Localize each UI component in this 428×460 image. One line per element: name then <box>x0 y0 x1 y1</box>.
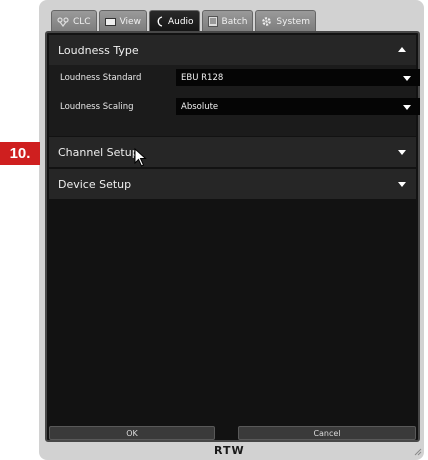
channel-setup-header[interactable]: Channel Setup <box>49 137 416 167</box>
tab-batch[interactable]: Batch <box>201 10 254 32</box>
dropdown-arrow-icon <box>403 104 411 110</box>
settings-panel: Loudness Type Loudness Standard EBU R128… <box>45 31 420 442</box>
ok-button[interactable]: OK <box>49 426 215 440</box>
tab-view[interactable]: View <box>98 10 147 32</box>
dropdown-arrow-icon <box>403 75 411 81</box>
gear-icon <box>262 17 272 26</box>
device-setup-header[interactable]: Device Setup <box>49 169 416 199</box>
section-title: Loudness Type <box>58 43 139 57</box>
clc-icon <box>57 16 69 27</box>
loudness-standard-select[interactable]: EBU R128 <box>176 69 420 86</box>
tab-system[interactable]: System <box>255 10 316 32</box>
tab-label: Audio <box>167 16 194 27</box>
loudness-type-body: Loudness Standard EBU R128 Loudness Scal… <box>49 65 420 136</box>
loudness-standard-label: Loudness Standard <box>60 73 142 83</box>
tab-bar: CLC View Audio Batch System <box>51 10 318 32</box>
monitor-icon <box>104 17 116 26</box>
loudness-scaling-label: Loudness Scaling <box>60 102 134 112</box>
rtw-logo: RTW <box>214 444 245 457</box>
loudness-scaling-select[interactable]: Absolute <box>176 98 420 115</box>
select-value: Absolute <box>181 101 219 112</box>
cancel-button[interactable]: Cancel <box>238 426 416 440</box>
audio-icon <box>157 16 163 27</box>
expand-arrow-icon <box>398 182 406 187</box>
tab-clc[interactable]: CLC <box>51 10 97 32</box>
collapse-arrow-icon <box>398 47 406 52</box>
loudness-type-header[interactable]: Loudness Type <box>49 35 416 65</box>
expand-arrow-icon <box>398 150 406 155</box>
tab-label: System <box>276 16 310 27</box>
tab-label: CLC <box>73 16 91 27</box>
select-value: EBU R128 <box>181 72 224 83</box>
section-title: Device Setup <box>58 177 132 191</box>
resize-grip-icon[interactable] <box>414 448 422 456</box>
tab-audio[interactable]: Audio <box>148 10 200 32</box>
section-title: Channel Setup <box>58 145 139 159</box>
mouse-pointer-icon <box>134 148 147 167</box>
step-badge: 10. <box>0 142 40 165</box>
tab-label: Batch <box>221 16 248 27</box>
tab-label: View <box>119 16 141 27</box>
batch-icon <box>207 16 218 27</box>
